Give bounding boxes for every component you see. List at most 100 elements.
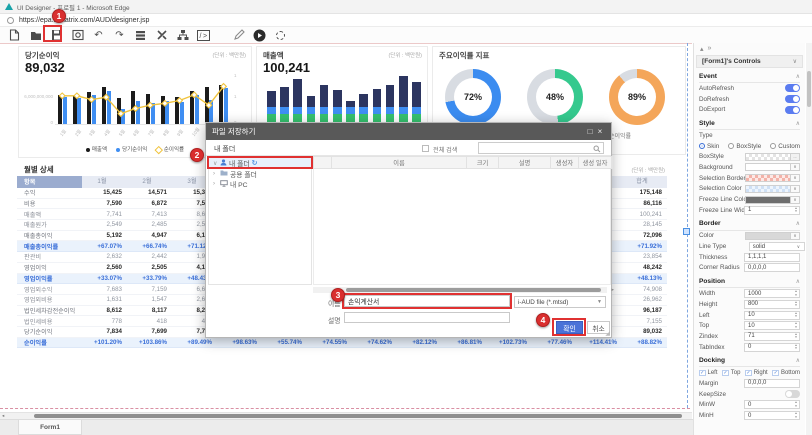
file-list-hscrollbar[interactable]: ▸ — [313, 287, 607, 293]
spinner-icon[interactable]: ▴▾ — [792, 290, 800, 297]
edit-icon[interactable] — [232, 29, 245, 42]
settings-icon[interactable] — [274, 29, 287, 42]
canvas-hscrollbar[interactable]: ◂ — [0, 412, 692, 419]
new-file-icon[interactable] — [8, 29, 21, 42]
checkbox-icon[interactable]: ✓ — [699, 370, 706, 377]
expand-closed-icon[interactable]: › — [213, 181, 218, 187]
color-swatch[interactable] — [745, 174, 791, 182]
controls-header[interactable]: [Form1]'s Controls ∨ — [696, 55, 803, 68]
toggle-switch[interactable] — [785, 84, 800, 92]
refresh-icon[interactable]: ↻ — [252, 159, 258, 167]
expand-closed-icon[interactable]: › — [213, 171, 218, 177]
expand-open-icon[interactable]: ∨ — [213, 160, 218, 167]
dock-checkbox-left[interactable]: ✓Left — [699, 370, 718, 377]
dock-checkbox-right[interactable]: ✓Right — [745, 370, 768, 377]
radio-option-custom[interactable]: Custom — [770, 143, 800, 150]
spinner-icon[interactable]: ▴▾ — [792, 312, 800, 319]
dropdown-icon[interactable]: ∨ — [797, 244, 800, 250]
color-swatch[interactable] — [745, 196, 791, 204]
color-swatch[interactable] — [745, 153, 791, 161]
file-column-header[interactable]: 생성자 — [551, 157, 579, 168]
dropdown-icon[interactable]: ∨ — [791, 185, 800, 193]
file-list-body[interactable] — [313, 169, 611, 285]
property-input[interactable]: 0,0,0,0 — [744, 263, 800, 272]
resize-grip-icon[interactable]: ◢ — [605, 330, 610, 337]
dock-checkbox-top[interactable]: ✓Top — [722, 370, 740, 377]
more-button[interactable]: ... — [791, 153, 800, 161]
color-swatch[interactable] — [745, 232, 791, 240]
dock-checkbox-bottom[interactable]: ✓Bottom — [772, 370, 800, 377]
scrollbar-thumb[interactable] — [34, 414, 682, 418]
checkbox-icon[interactable]: ✓ — [745, 370, 752, 377]
ok-button[interactable]: 확인 — [556, 321, 583, 334]
select-column-header[interactable] — [314, 157, 332, 168]
toggle-switch[interactable] — [785, 95, 800, 103]
radio-option-skin[interactable]: Skin — [699, 143, 719, 150]
scrollbar-thumb[interactable] — [807, 71, 811, 107]
section-header[interactable]: Style∧ — [699, 117, 800, 130]
section-header[interactable]: Border∧ — [699, 218, 800, 231]
search-all-checkbox[interactable] — [422, 145, 429, 152]
color-swatch[interactable] — [745, 163, 791, 171]
open-folder-icon[interactable] — [29, 29, 42, 42]
dropdown-icon[interactable]: ∨ — [791, 232, 800, 240]
description-input[interactable] — [344, 312, 510, 323]
tree-item-pc[interactable]: ›내 PC — [209, 179, 311, 190]
scroll-right-icon[interactable]: ▸ — [611, 287, 614, 293]
search-input[interactable] — [478, 142, 604, 154]
radio-icon[interactable] — [699, 143, 705, 149]
run-icon[interactable] — [253, 29, 266, 42]
form1-tab[interactable]: Form1 — [18, 420, 82, 435]
color-swatch[interactable] — [745, 185, 791, 193]
toggle-switch[interactable] — [785, 106, 800, 114]
spinner-icon[interactable]: ▴▾ — [792, 322, 800, 329]
dialog-titlebar[interactable]: 파일 저장하기 □ × — [206, 123, 611, 140]
code-view-icon[interactable]: /> — [197, 29, 210, 42]
save-icon[interactable] — [50, 29, 63, 42]
spinner-icon[interactable]: ▴▾ — [792, 401, 800, 408]
tree-item-folder[interactable]: ›공용 폴더 — [209, 169, 311, 180]
scrollbar-thumb[interactable] — [346, 288, 601, 292]
section-header[interactable]: Position∧ — [699, 275, 800, 288]
section-header[interactable]: Event∧ — [699, 70, 800, 83]
spinner-icon[interactable]: ▴▾ — [792, 301, 800, 308]
redo-icon[interactable]: ↷ — [113, 29, 126, 42]
file-column-header[interactable]: 생성 일자 — [579, 157, 612, 168]
chevron-up-icon[interactable]: ∧ — [796, 278, 800, 285]
property-input[interactable]: 0,0,0,0 — [744, 379, 800, 388]
dataset-icon[interactable] — [134, 29, 147, 42]
hierarchy-icon[interactable] — [176, 29, 189, 42]
file-column-header[interactable]: 설명 — [499, 157, 551, 168]
form-resize-handle[interactable] — [683, 228, 690, 235]
chevron-up-icon[interactable]: ∧ — [796, 120, 800, 127]
spinner-icon[interactable]: ▴▾ — [792, 344, 800, 351]
query-tools-icon[interactable] — [155, 29, 168, 42]
chevron-up-icon[interactable]: ∧ — [796, 357, 800, 364]
file-column-header[interactable]: 크기 — [467, 157, 499, 168]
section-header[interactable]: Docking∧ — [699, 354, 800, 367]
toggle-switch[interactable] — [785, 390, 800, 398]
file-type-select[interactable]: i-AUD file (*.mtsd) ▼ — [514, 296, 606, 308]
dropdown-icon[interactable]: ∨ — [791, 196, 800, 204]
save-as-icon[interactable] — [71, 29, 84, 42]
pin-icon[interactable]: ▴ — [700, 45, 704, 53]
checkbox-icon[interactable]: ✓ — [722, 370, 729, 377]
file-column-header[interactable]: 이름 — [332, 157, 467, 168]
checkbox-icon[interactable]: ✓ — [772, 370, 779, 377]
property-input[interactable]: 1,1,1,1 — [744, 253, 800, 262]
collapse-panel-icon[interactable]: » — [708, 45, 712, 52]
chevron-up-icon[interactable]: ∧ — [796, 220, 800, 227]
close-icon[interactable]: × — [595, 127, 605, 136]
radio-icon[interactable] — [728, 143, 734, 149]
dropdown-icon[interactable]: ∨ — [791, 174, 800, 182]
chevron-up-icon[interactable]: ∧ — [796, 73, 800, 80]
dropdown-icon[interactable]: ∨ — [791, 163, 800, 171]
radio-option-boxstyle[interactable]: BoxStyle — [728, 143, 761, 150]
tree-item-user[interactable]: ∨내 폴더↻ — [209, 158, 311, 169]
site-info-icon[interactable] — [7, 17, 14, 24]
browser-urlbar[interactable]: https://epa.bimatrix.com/AUD/designer.js… — [0, 14, 812, 27]
file-name-input[interactable]: 손익계산서 — [344, 295, 510, 307]
maximize-icon[interactable]: □ — [585, 127, 595, 136]
radio-icon[interactable] — [770, 143, 776, 149]
url-text[interactable]: https://epa.bimatrix.com/AUD/designer.js… — [19, 17, 149, 24]
